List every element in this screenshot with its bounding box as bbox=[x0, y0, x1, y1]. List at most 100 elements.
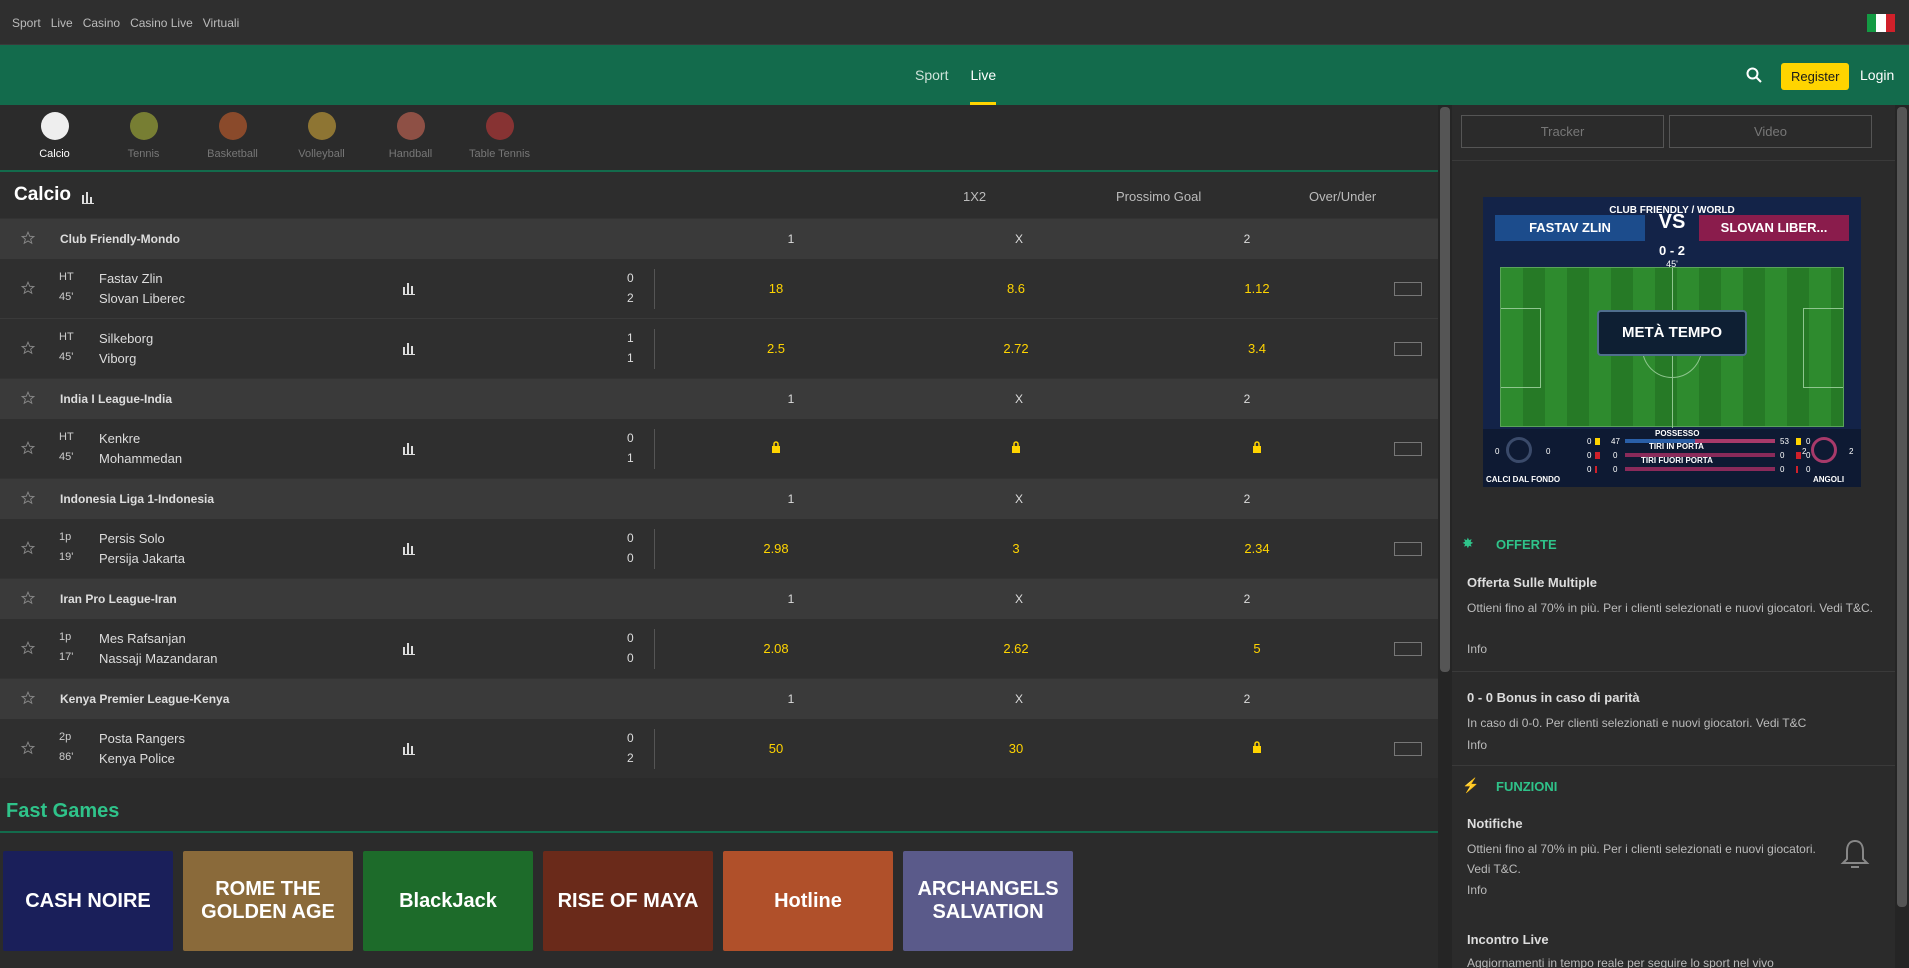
match-row[interactable]: HT 45' Fastav Zlin Slovan Liberec 0 2 18 8.6 1.1… bbox=[0, 258, 1438, 318]
star-icon[interactable] bbox=[20, 740, 36, 760]
sport-tab-tennis[interactable]: Tennis bbox=[99, 105, 188, 170]
main-scrollbar[interactable] bbox=[1438, 105, 1452, 968]
sport-tab-basketball[interactable]: Basketball bbox=[188, 105, 277, 170]
flag-away-icon bbox=[1796, 466, 1798, 473]
away-team[interactable]: Viborg bbox=[99, 351, 136, 366]
top-link-virtuali[interactable]: Virtuali bbox=[203, 16, 239, 30]
game-tile[interactable]: ROME THE GOLDEN AGE bbox=[183, 851, 353, 951]
odd-1[interactable]: 50 bbox=[736, 741, 816, 756]
offer-2-info-link[interactable]: Info bbox=[1467, 738, 1487, 752]
star-icon[interactable] bbox=[20, 340, 36, 360]
sport-tab-calcio[interactable]: Calcio bbox=[10, 105, 99, 170]
home-team[interactable]: Silkeborg bbox=[99, 331, 153, 346]
side-scrollbar[interactable] bbox=[1895, 105, 1909, 968]
odd-2[interactable]: 5 bbox=[1217, 641, 1297, 656]
match-stats-icon[interactable] bbox=[403, 342, 415, 360]
game-tile[interactable]: CASH NOIRE bbox=[3, 851, 173, 951]
field-icon[interactable] bbox=[1394, 342, 1422, 356]
yellow-card-home-icon bbox=[1595, 438, 1600, 445]
match-stats-icon[interactable] bbox=[403, 642, 415, 660]
match-stats-icon[interactable] bbox=[403, 542, 415, 560]
odd-2[interactable]: 1.12 bbox=[1217, 281, 1297, 296]
italy-flag-icon[interactable] bbox=[1867, 14, 1895, 32]
notifiche-info-link[interactable]: Info bbox=[1467, 883, 1487, 897]
star-icon[interactable] bbox=[20, 590, 36, 610]
column-over-under[interactable]: Over/Under bbox=[1309, 189, 1376, 204]
odd-x[interactable]: 8.6 bbox=[976, 281, 1056, 296]
odd-x[interactable]: 30 bbox=[976, 741, 1056, 756]
top-link-casino-live[interactable]: Casino Live bbox=[130, 16, 193, 30]
star-icon[interactable] bbox=[20, 390, 36, 410]
nav-sport[interactable]: Sport bbox=[915, 45, 948, 105]
sport-tab-handball[interactable]: Handball bbox=[366, 105, 455, 170]
league-name[interactable]: Iran Pro League-Iran bbox=[60, 592, 177, 606]
home-team[interactable]: Mes Rafsanjan bbox=[99, 631, 186, 646]
game-tile[interactable]: RISE OF MAYA bbox=[543, 851, 713, 951]
match-row[interactable]: 2p 86' Posta Rangers Kenya Police 0 2 50 30 bbox=[0, 718, 1438, 778]
odd-2[interactable]: 3.4 bbox=[1217, 341, 1297, 356]
odd-1[interactable]: 2.08 bbox=[736, 641, 816, 656]
away-team[interactable]: Slovan Liberec bbox=[99, 291, 185, 306]
match-row[interactable]: 1p 19' Persis Solo Persija Jakarta 0 0 2.98 3 2.… bbox=[0, 518, 1438, 578]
top-link-sport[interactable]: Sport bbox=[12, 16, 41, 30]
top-link-live[interactable]: Live bbox=[51, 16, 73, 30]
league-name[interactable]: Club Friendly-Mondo bbox=[60, 232, 180, 246]
field-icon[interactable] bbox=[1394, 282, 1422, 296]
odd-x[interactable]: 2.62 bbox=[976, 641, 1056, 656]
tab-video[interactable]: Video bbox=[1669, 115, 1872, 148]
star-icon[interactable] bbox=[20, 230, 36, 250]
bell-icon[interactable] bbox=[1840, 838, 1870, 870]
home-team[interactable]: Posta Rangers bbox=[99, 731, 185, 746]
row-divider bbox=[654, 729, 655, 769]
field-icon[interactable] bbox=[1394, 442, 1422, 456]
column-prossimo-goal[interactable]: Prossimo Goal bbox=[1116, 189, 1201, 204]
offer-1-info-link[interactable]: Info bbox=[1467, 642, 1487, 656]
stats-icon[interactable] bbox=[82, 192, 94, 204]
field-icon[interactable] bbox=[1394, 742, 1422, 756]
match-row[interactable]: 1p 17' Mes Rafsanjan Nassaji Mazandaran 0 0 2.… bbox=[0, 618, 1438, 678]
star-icon[interactable] bbox=[20, 540, 36, 560]
nav-live[interactable]: Live bbox=[970, 45, 996, 105]
game-tile[interactable]: Hotline bbox=[723, 851, 893, 951]
away-team[interactable]: Persija Jakarta bbox=[99, 551, 185, 566]
star-icon[interactable] bbox=[20, 280, 36, 300]
away-team[interactable]: Kenya Police bbox=[99, 751, 175, 766]
odd-x[interactable]: 2.72 bbox=[976, 341, 1056, 356]
red-card-home-icon bbox=[1595, 452, 1600, 459]
top-link-casino[interactable]: Casino bbox=[83, 16, 120, 30]
match-row[interactable]: HT 45' Kenkre Mohammedan 0 1 bbox=[0, 418, 1438, 478]
home-team[interactable]: Kenkre bbox=[99, 431, 140, 446]
star-icon[interactable] bbox=[20, 440, 36, 460]
star-icon[interactable] bbox=[20, 490, 36, 510]
league-name[interactable]: Kenya Premier League-Kenya bbox=[60, 692, 229, 706]
game-tile[interactable]: ARCHANGELS SALVATION bbox=[903, 851, 1073, 951]
field-icon[interactable] bbox=[1394, 542, 1422, 556]
odd-1[interactable]: 18 bbox=[736, 281, 816, 296]
odd-x[interactable]: 3 bbox=[976, 541, 1056, 556]
tab-tracker[interactable]: Tracker bbox=[1461, 115, 1664, 148]
odd-1[interactable]: 2.5 bbox=[736, 341, 816, 356]
login-button[interactable]: Login bbox=[1860, 67, 1894, 83]
odd-2[interactable]: 2.34 bbox=[1217, 541, 1297, 556]
sport-tab-table-tennis[interactable]: Table Tennis bbox=[455, 105, 544, 170]
star-icon[interactable] bbox=[20, 640, 36, 660]
field-icon[interactable] bbox=[1394, 642, 1422, 656]
odd-1[interactable]: 2.98 bbox=[736, 541, 816, 556]
column-1x2[interactable]: 1X2 bbox=[963, 189, 986, 204]
match-stats-icon[interactable] bbox=[403, 442, 415, 460]
league-name[interactable]: Indonesia Liga 1-Indonesia bbox=[60, 492, 214, 506]
register-button[interactable]: Register bbox=[1781, 63, 1850, 90]
league-name[interactable]: India I League-India bbox=[60, 392, 172, 406]
star-icon[interactable] bbox=[20, 690, 36, 710]
home-team[interactable]: Fastav Zlin bbox=[99, 271, 163, 286]
search-icon[interactable] bbox=[1746, 67, 1762, 83]
away-team[interactable]: Nassaji Mazandaran bbox=[99, 651, 218, 666]
away-team[interactable]: Mohammedan bbox=[99, 451, 182, 466]
match-stats-icon[interactable] bbox=[403, 282, 415, 300]
match-row[interactable]: HT 45' Silkeborg Viborg 1 1 2.5 2.72 3.4 bbox=[0, 318, 1438, 378]
game-tile[interactable]: BlackJack bbox=[363, 851, 533, 951]
league-list: Club Friendly-Mondo 1 X 2 HT 45' Fastav Zlin Sl… bbox=[0, 218, 1438, 778]
home-team[interactable]: Persis Solo bbox=[99, 531, 165, 546]
sport-tab-volleyball[interactable]: Volleyball bbox=[277, 105, 366, 170]
match-stats-icon[interactable] bbox=[403, 742, 415, 760]
